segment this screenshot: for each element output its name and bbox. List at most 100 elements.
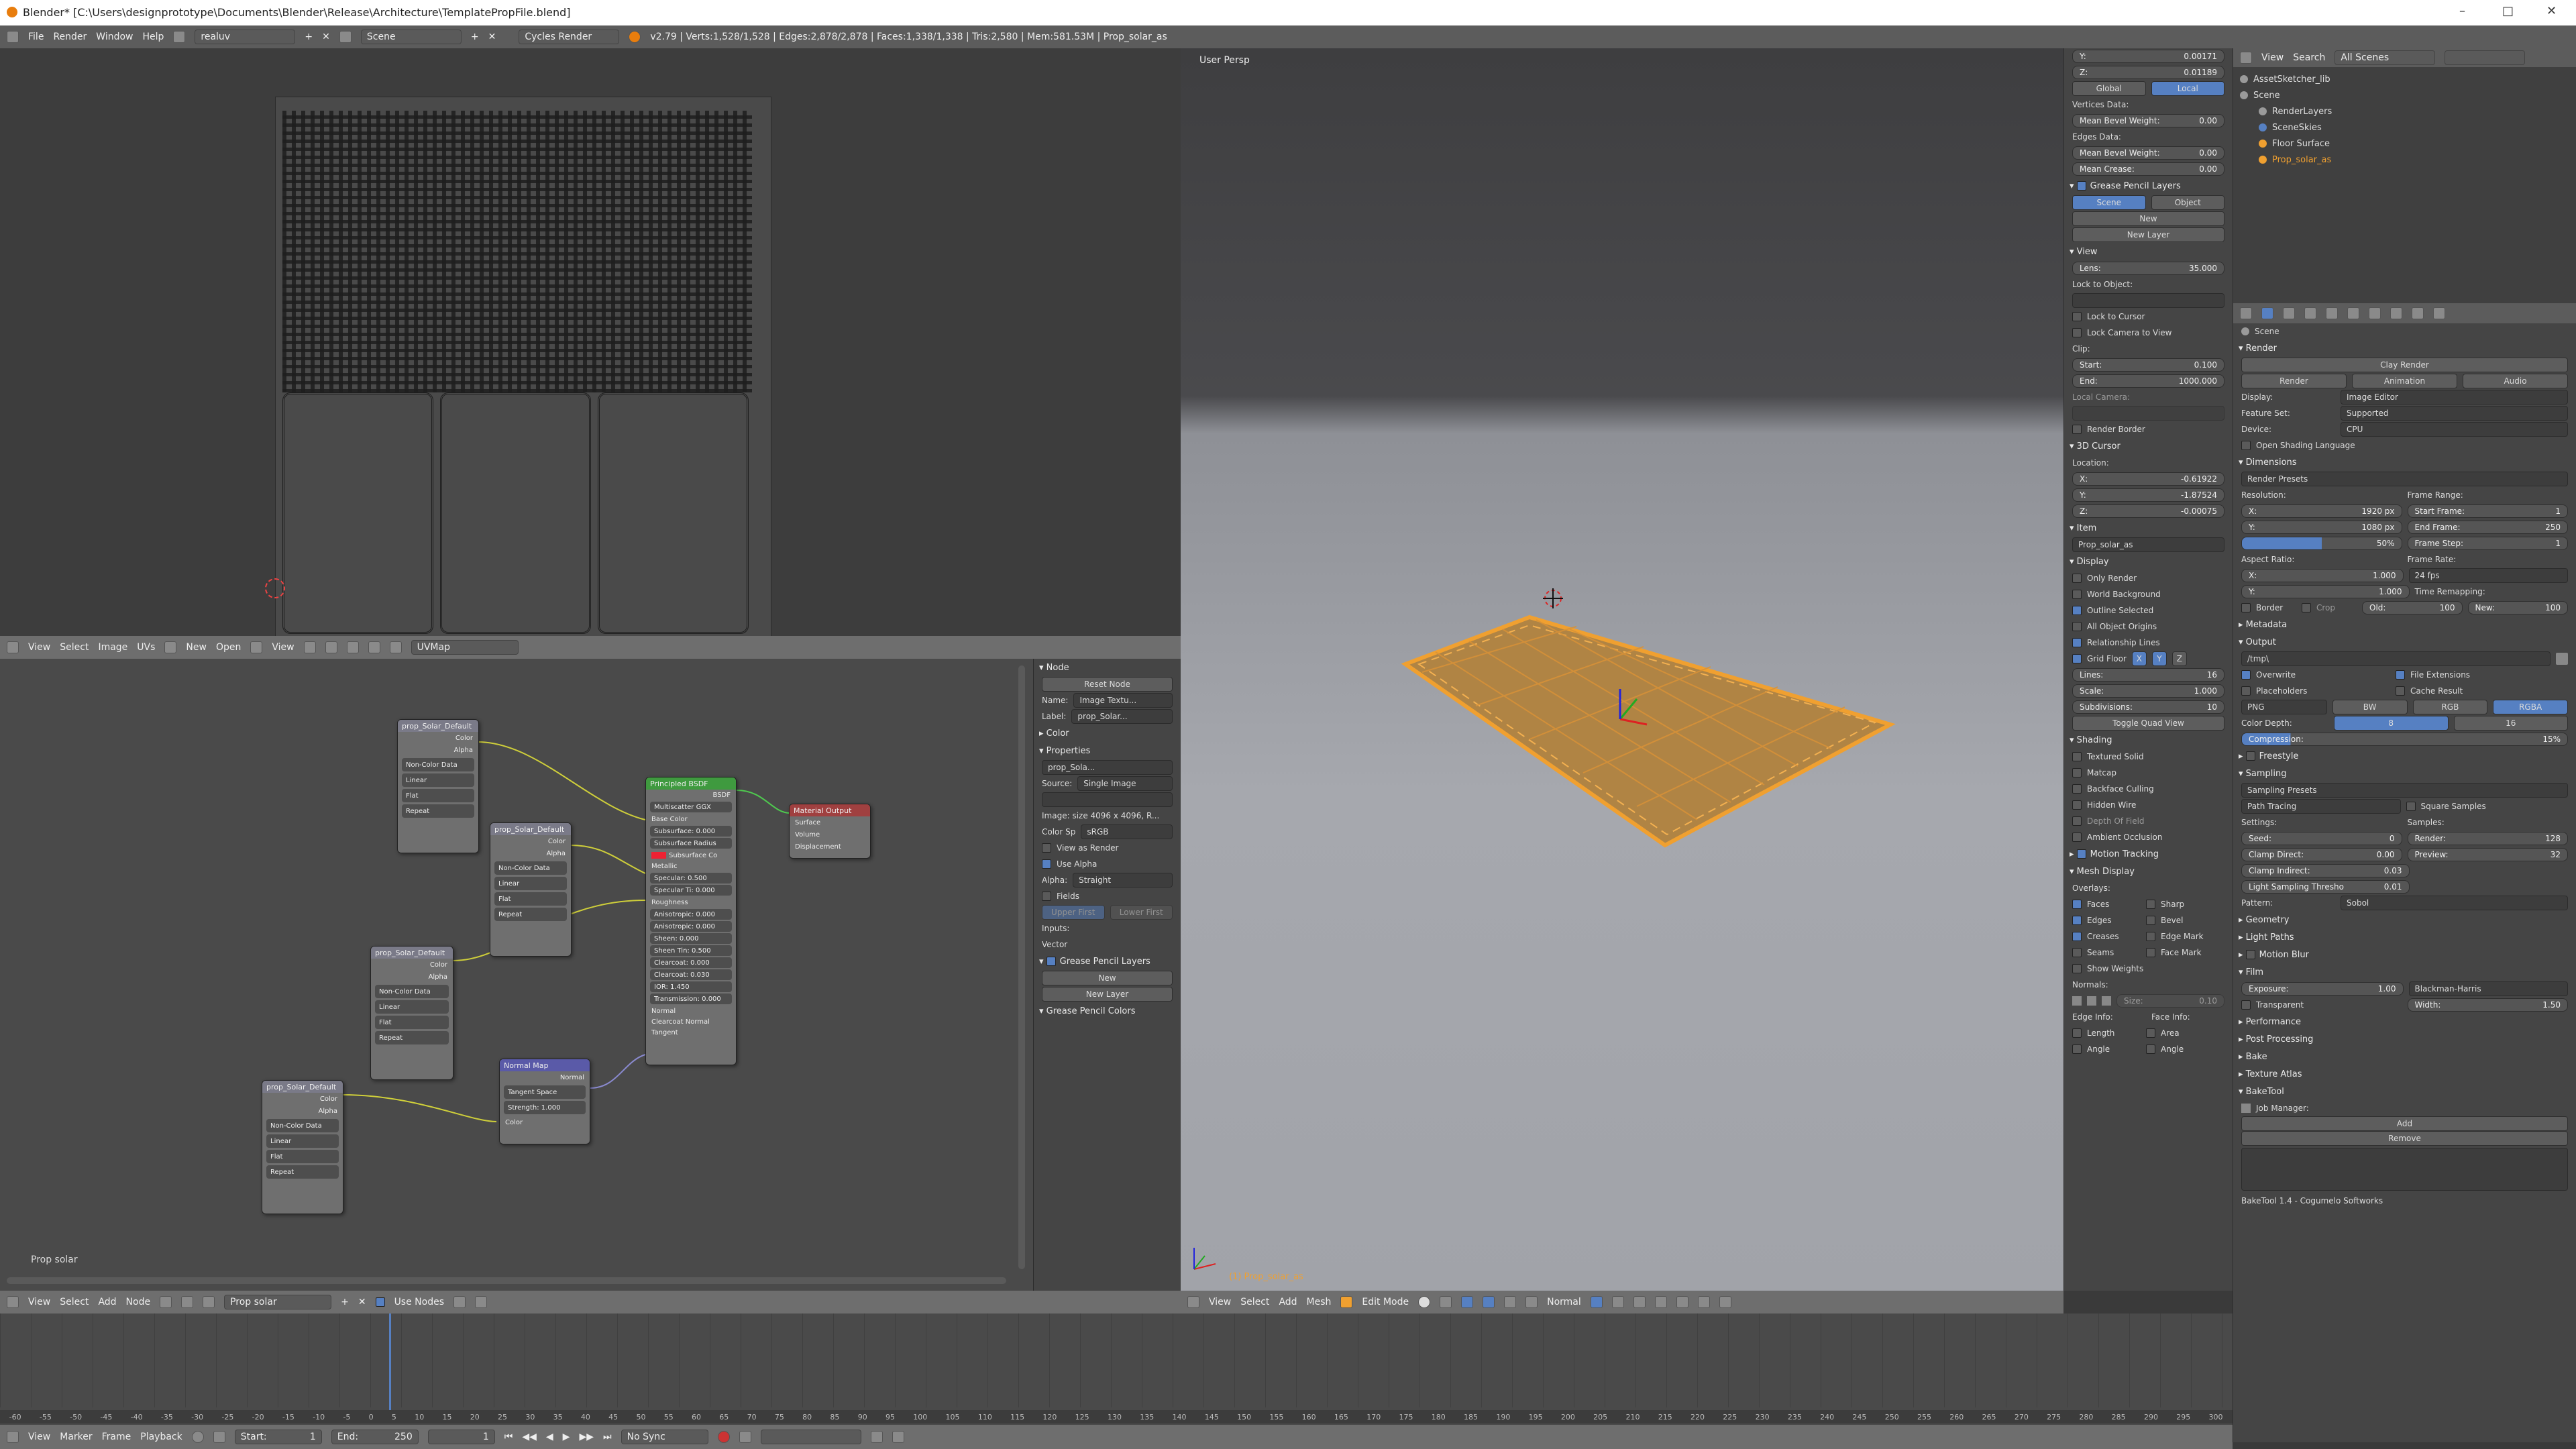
display-dropdown[interactable]: Image Editor [2341, 390, 2568, 405]
3d-editor-type-icon[interactable] [1187, 1296, 1199, 1308]
seams-checkbox[interactable] [2072, 948, 2082, 957]
normal-map-node[interactable]: Normal Map Normal Tangent Space Strength… [499, 1059, 590, 1144]
pivot-icon[interactable] [303, 641, 316, 653]
scene-field[interactable]: Scene [360, 30, 462, 44]
timeline-menu-frame[interactable]: Frame [102, 1432, 131, 1442]
node-menu-node[interactable]: Node [126, 1297, 151, 1307]
remap-old-field[interactable]: Old: 100 [2362, 601, 2463, 614]
colorspace-dropdown[interactable]: sRGB [1081, 824, 1173, 839]
node-color-data[interactable]: Non-Color Data [266, 1119, 339, 1132]
light-paths-section[interactable]: ▸ Light Paths [2233, 928, 2576, 946]
outliner-item[interactable]: Floor Surface [2240, 136, 2569, 152]
lens-field[interactable]: Lens: 35.000 [2072, 262, 2224, 275]
render-preview-icon[interactable] [1719, 1296, 1731, 1308]
depth-8-button[interactable]: 8 [2334, 716, 2449, 731]
filter-width-field[interactable]: Width: 1.50 [2407, 998, 2568, 1012]
pattern-dropdown[interactable]: Sobol [2341, 896, 2568, 910]
motion-tracking-section[interactable]: ▸ Motion Tracking [2064, 845, 2233, 863]
pin-icon[interactable] [250, 641, 263, 653]
object-shader-icon[interactable] [181, 1296, 194, 1308]
gp-colors-section[interactable]: ▾ Grease Pencil Colors [1034, 1002, 1181, 1020]
face-mark-checkbox[interactable] [2146, 948, 2155, 957]
input-anisotropic[interactable]: Anisotropic: 0.000 [650, 909, 732, 920]
timeline[interactable]: -60 -55 -50 -45 -40 -35 -30 -25 -20 -15 -10 -5 0 5 10 1… [0, 1313, 2233, 1425]
input-subsurface[interactable]: Subsurface: 0.000 [650, 826, 732, 837]
render-presets-dropdown[interactable]: Render Presets [2241, 472, 2568, 486]
job-add-button[interactable]: Add [2241, 1116, 2568, 1131]
input-sheen-tint[interactable]: Sheen Tin: 0.500 [650, 945, 732, 956]
gp-layers-section[interactable]: ▾ Grease Pencil Layers [2064, 177, 2233, 195]
integrator-dropdown[interactable]: Path Tracing [2241, 799, 2401, 814]
node-projection[interactable]: Flat [402, 789, 474, 802]
dimensions-section[interactable]: ▾ Dimensions [2233, 453, 2576, 471]
timeline-playhead[interactable] [389, 1313, 391, 1414]
edge-select-icon[interactable] [1611, 1296, 1624, 1308]
shading-section[interactable]: ▾ Shading [2064, 731, 2233, 749]
scene-tab-icon[interactable] [2304, 307, 2316, 319]
edge-bevel-weight-field[interactable]: Mean Bevel Weight: 0.00 [2072, 146, 2224, 160]
snap-element-icon[interactable] [1697, 1296, 1710, 1308]
uv-menu-uvs[interactable]: UVs [137, 642, 155, 653]
folder-icon[interactable] [2556, 653, 2568, 665]
next-keyframe-icon[interactable]: ▶▶ [579, 1432, 594, 1442]
feature-set-dropdown[interactable]: Supported [2341, 406, 2568, 421]
dof-checkbox[interactable] [2072, 816, 2082, 826]
local-button[interactable]: Local [2151, 81, 2224, 96]
toggle-quad-view-button[interactable]: Toggle Quad View [2072, 716, 2224, 731]
keying-set-field[interactable] [760, 1430, 861, 1444]
face-normal-icon[interactable] [2102, 996, 2111, 1006]
metadata-section[interactable]: ▸ Metadata [2233, 616, 2576, 633]
faces-checkbox[interactable] [2072, 900, 2082, 909]
input-transmission[interactable]: Transmission: 0.000 [650, 994, 732, 1004]
color-section[interactable]: ▸ Color [1034, 724, 1181, 742]
limit-selection-icon[interactable] [1654, 1296, 1667, 1308]
3d-cursor-section[interactable]: ▾ 3D Cursor [2064, 437, 2233, 455]
view-as-render-checkbox[interactable] [1042, 843, 1051, 853]
jump-end-icon[interactable]: ⏭ [603, 1432, 612, 1442]
sync-dropdown[interactable]: No Sync [621, 1430, 708, 1444]
local-camera-field[interactable] [2072, 406, 2224, 421]
axis-y-toggle[interactable]: Y [2151, 651, 2167, 666]
close-icon[interactable]: ✕ [2546, 4, 2557, 18]
resolution-x-field[interactable]: X: 1920 px [2241, 504, 2402, 518]
motion-blur-section[interactable]: ▸ Motion Blur [2233, 946, 2576, 963]
textured-solid-checkbox[interactable] [2072, 752, 2082, 761]
clip-start-field[interactable]: Start: 0.100 [2072, 358, 2224, 372]
outliner-type-icon[interactable] [2240, 52, 2252, 64]
manipulator-icon[interactable] [1461, 1296, 1474, 1308]
gp-new-button[interactable]: New [1042, 971, 1173, 985]
remap-new-field[interactable]: New: 100 [2467, 601, 2568, 614]
item-section[interactable]: ▾ Item [2064, 519, 2233, 537]
square-samples-checkbox[interactable] [2406, 802, 2416, 811]
minimize-icon[interactable]: – [2459, 4, 2465, 18]
input-anisotropic-rotation[interactable]: Anisotropic: 0.000 [650, 921, 732, 932]
clamp-direct-field[interactable]: Clamp Direct: 0.00 [2241, 848, 2402, 861]
input-subsurface-radius[interactable]: Subsurface Radius [650, 838, 732, 849]
node-interpolation[interactable]: Linear [375, 1000, 449, 1014]
filter-dropdown[interactable]: Blackman-Harris [2408, 981, 2568, 996]
job-list[interactable] [2241, 1148, 2568, 1191]
input-clearcoat-roughness[interactable]: Clearcoat: 0.030 [650, 969, 732, 980]
add-layout-icon[interactable]: + [305, 32, 313, 42]
proportional-icon[interactable] [1676, 1296, 1688, 1308]
view-section[interactable]: ▾ View [2064, 243, 2233, 260]
outliner-item[interactable]: Scene [2240, 87, 2569, 103]
output-path-field[interactable]: /tmp\ [2241, 651, 2551, 666]
aspect-y-field[interactable]: Y: 1.000 [2241, 585, 2410, 598]
image-texture-node-2[interactable]: prop_Solar_Default Color Alpha Non-Color… [490, 822, 572, 957]
fields-checkbox[interactable] [1042, 892, 1051, 901]
node-menu-add[interactable]: Add [98, 1297, 116, 1307]
node-interpolation[interactable]: Linear [494, 877, 567, 890]
job-remove-button[interactable]: Remove [2241, 1131, 2568, 1146]
input-subsurface-color[interactable]: Subsurface Co [646, 850, 736, 861]
uv-editor-type-icon[interactable] [7, 641, 19, 653]
outliner-search-menu[interactable]: Search [2293, 52, 2325, 63]
properties-section[interactable]: ▾ Properties [1034, 742, 1181, 759]
3d-menu-view[interactable]: View [1209, 1297, 1231, 1307]
node-interpolation[interactable]: Linear [402, 773, 474, 787]
insert-keyframe-icon[interactable] [870, 1431, 883, 1443]
compression-slider[interactable]: Compression: 15% [2241, 733, 2568, 746]
outliner-search-input[interactable] [2445, 50, 2526, 65]
animation-button[interactable]: Animation [2352, 374, 2457, 388]
3d-menu-mesh[interactable]: Mesh [1307, 1297, 1332, 1307]
